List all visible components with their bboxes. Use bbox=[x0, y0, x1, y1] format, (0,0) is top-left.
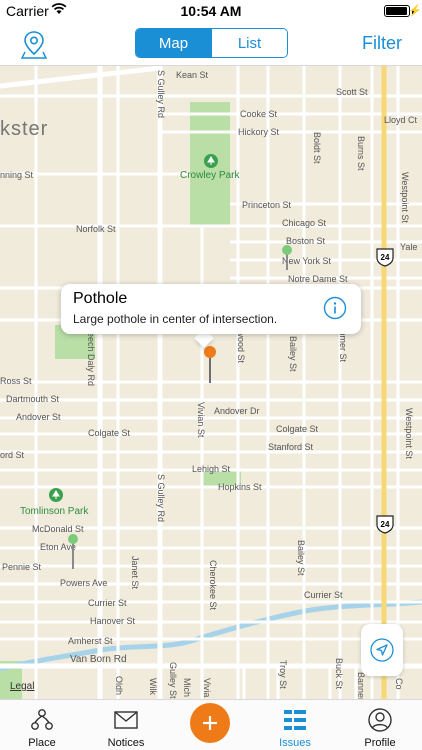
street-label-bailey-top: Bailey St bbox=[288, 336, 298, 372]
park-label-crowley: Crowley Park bbox=[180, 170, 240, 181]
envelope-icon bbox=[114, 711, 138, 729]
street-label-chicago: Chicago St bbox=[282, 218, 327, 228]
street-label-norfolk: Norfolk St bbox=[76, 224, 116, 234]
nav-bar: Map List Filter bbox=[0, 22, 422, 66]
tab-notices[interactable]: Notices bbox=[84, 700, 168, 750]
list-icon bbox=[284, 710, 306, 730]
street-label-westpoint-mid: Westpoint St bbox=[404, 408, 414, 459]
info-icon[interactable] bbox=[323, 296, 347, 320]
street-label-pennie: Pennie St bbox=[2, 562, 42, 572]
park-icon bbox=[49, 488, 63, 502]
street-label-boldt: Boldt St bbox=[312, 132, 322, 164]
place-pin-icon[interactable] bbox=[21, 30, 47, 60]
street-label-andover-dr: Andover Dr bbox=[214, 406, 260, 416]
street-label-s-gulley-mid: S Gulley Rd bbox=[156, 474, 166, 523]
map-segment[interactable]: Map bbox=[136, 29, 211, 57]
street-label-cooke: Cooke St bbox=[240, 109, 278, 119]
street-label-scott: Scott St bbox=[336, 87, 368, 97]
street-label-westpoint-top: Westpoint St bbox=[400, 172, 410, 223]
street-label-ord: ord St bbox=[0, 450, 25, 460]
green-map-pin-icon[interactable] bbox=[67, 533, 79, 569]
locate-me-button[interactable] bbox=[361, 624, 403, 676]
street-label-banner: Banner St bbox=[356, 672, 366, 699]
street-label-andover-st: Andover St bbox=[16, 412, 61, 422]
tab-notices-label: Notices bbox=[107, 737, 145, 749]
map-view[interactable]: kster Kean St Scott St Cooke St Hickory … bbox=[0, 66, 422, 699]
street-label-stanford: Stanford St bbox=[268, 442, 314, 452]
street-label-lloyd: Lloyd Ct bbox=[384, 115, 418, 125]
street-label-troy: Troy St bbox=[278, 660, 288, 689]
tab-place-label: Place bbox=[28, 737, 56, 749]
people-network-icon bbox=[31, 709, 53, 730]
street-label-vivian: Vivian St bbox=[196, 402, 206, 438]
street-label-co: Co bbox=[394, 678, 404, 690]
street-label-lehigh: Lehigh St bbox=[192, 464, 231, 474]
street-label-amherst: Amherst St bbox=[68, 636, 113, 646]
tab-place[interactable]: Place bbox=[0, 700, 84, 750]
street-label-princeton: Princeton St bbox=[242, 200, 292, 210]
street-label-mich: Mich bbox=[182, 678, 192, 698]
highway-shield-icon: 24 bbox=[376, 515, 394, 534]
legal-link[interactable]: Legal bbox=[10, 681, 34, 692]
street-label-gulley-bottom: Gulley St bbox=[168, 662, 178, 699]
profile-icon bbox=[368, 708, 392, 732]
street-label-powers: Powers Ave bbox=[60, 578, 108, 588]
street-label-burns: Burns St bbox=[356, 136, 366, 171]
view-mode-segmented-control: Map List bbox=[135, 28, 288, 58]
street-label-beech-daly: eech Daly Rd bbox=[86, 332, 96, 387]
tab-issues-label: Issues bbox=[279, 737, 311, 749]
street-label-hopkins: Hopkins St bbox=[218, 482, 262, 492]
location-arrow-icon bbox=[370, 638, 394, 662]
street-label-kean: Kean St bbox=[176, 70, 209, 80]
plus-icon bbox=[203, 716, 217, 730]
city-label: kster bbox=[0, 118, 49, 140]
street-label-bailey-bottom: Bailey St bbox=[296, 540, 306, 576]
street-label-van-born: Van Born Rd bbox=[70, 654, 127, 665]
green-map-pin-icon[interactable] bbox=[281, 244, 293, 270]
street-label-buck: Buck St bbox=[334, 658, 344, 690]
battery-icon bbox=[384, 5, 410, 17]
street-label-cherokee: Cherokee St bbox=[208, 560, 218, 611]
street-label-currier-right: Currier St bbox=[304, 590, 343, 600]
street-label-vivia: Vivia bbox=[202, 678, 212, 698]
svg-text:24: 24 bbox=[381, 253, 390, 262]
street-label-hanover: Hanover St bbox=[90, 616, 136, 626]
callout-title: Pothole bbox=[73, 290, 128, 307]
list-segment[interactable]: List bbox=[211, 29, 287, 57]
callout-subtitle: Large pothole in center of intersection. bbox=[73, 312, 278, 326]
charging-icon: ⚡ bbox=[408, 5, 422, 17]
issue-callout[interactable]: Pothole Large pothole in center of inter… bbox=[61, 284, 361, 334]
park-icon bbox=[204, 154, 218, 168]
tab-profile[interactable]: Profile bbox=[338, 700, 422, 750]
status-bar: Carrier 10:54 AM ⚡ bbox=[0, 0, 422, 22]
street-label-ross: Ross St bbox=[0, 376, 32, 386]
tab-issues[interactable]: Issues bbox=[253, 700, 337, 750]
street-label-janet: Janet St bbox=[130, 556, 140, 590]
street-label-yale: Yale bbox=[400, 242, 418, 252]
street-label-dartmouth: Dartmouth St bbox=[6, 394, 60, 404]
orange-map-pin-icon[interactable] bbox=[203, 345, 217, 383]
street-label-wilk: Wilk bbox=[148, 678, 158, 695]
street-label-colgate-right: Colgate St bbox=[276, 424, 319, 434]
add-issue-button[interactable] bbox=[190, 703, 230, 743]
svg-text:24: 24 bbox=[381, 520, 390, 529]
street-label-s-gulley-top: S Gulley Rd bbox=[156, 70, 166, 119]
tab-profile-label: Profile bbox=[364, 737, 396, 749]
street-label-notre-dame: Notre Dame St bbox=[288, 274, 348, 284]
clock: 10:54 AM bbox=[180, 3, 242, 19]
street-label-colgate-left: Colgate St bbox=[88, 428, 131, 438]
highway-shield-icon: 24 bbox=[376, 248, 394, 267]
street-label-nning: nning St bbox=[0, 170, 34, 180]
park-label-tomlinson: Tomlinson Park bbox=[20, 506, 89, 517]
street-label-hickory: Hickory St bbox=[238, 127, 280, 137]
street-label-currier-left: Currier St bbox=[88, 598, 127, 608]
river bbox=[0, 599, 422, 672]
street-label-oldh: Oldh bbox=[114, 676, 124, 696]
filter-button[interactable]: Filter bbox=[362, 33, 402, 54]
